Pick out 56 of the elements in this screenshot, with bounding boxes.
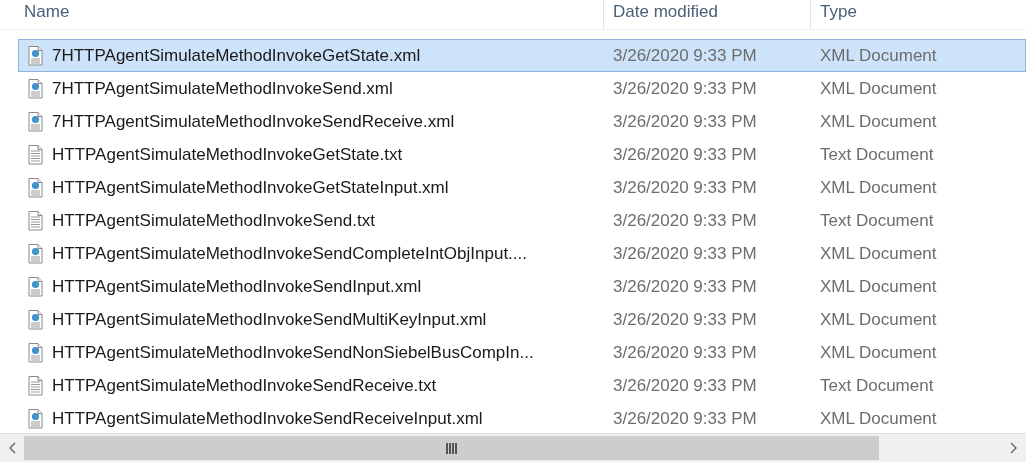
date-modified: 3/26/2020 9:33 PM xyxy=(612,407,758,430)
chevron-right-icon xyxy=(1010,442,1018,454)
grip-icon xyxy=(446,442,457,454)
date-modified: 3/26/2020 9:33 PM xyxy=(612,308,758,331)
file-type: XML Document xyxy=(819,275,937,298)
file-name: 7HTTPAgentSimulateMethodInvokeSend.xml xyxy=(52,77,393,100)
column-header[interactable]: Type xyxy=(811,0,1026,29)
file-type: XML Document xyxy=(819,110,937,133)
date-modified: 3/26/2020 9:33 PM xyxy=(612,374,758,397)
date-modified: 3/26/2020 9:33 PM xyxy=(612,242,758,265)
file-name: HTTPAgentSimulateMethodInvokeGetStateInput.xml xyxy=(52,176,449,199)
file-row[interactable]: HTTPAgentSimulateMethodInvokeSendNonSiebelBusCompIn... 3/26/2020 9:33 PM XML Document xyxy=(18,336,1026,369)
file-type: Text Document xyxy=(819,209,934,232)
file-name: HTTPAgentSimulateMethodInvokeSendReceive.txt xyxy=(52,374,437,397)
file-type: XML Document xyxy=(819,242,937,265)
file-name: HTTPAgentSimulateMethodInvokeGetState.txt xyxy=(52,143,403,166)
file-type: Text Document xyxy=(819,143,934,166)
file-type: XML Document xyxy=(819,308,937,331)
file-row[interactable]: HTTPAgentSimulateMethodInvokeGetState.txt 3/26/2020 9:33 PM Text Document xyxy=(18,138,1026,171)
file-type: XML Document xyxy=(819,407,937,430)
date-modified: 3/26/2020 9:33 PM xyxy=(612,275,758,298)
file-name: 7HTTPAgentSimulateMethodInvokeGetState.xml xyxy=(52,44,421,67)
date-modified: 3/26/2020 9:33 PM xyxy=(612,44,758,67)
date-modified: 3/26/2020 9:33 PM xyxy=(612,176,758,199)
file-row[interactable]: HTTPAgentSimulateMethodInvokeSendInput.xml 3/26/2020 9:33 PM XML Document xyxy=(18,270,1026,303)
date-modified: 3/26/2020 9:33 PM xyxy=(612,209,758,232)
file-row[interactable]: 7HTTPAgentSimulateMethodInvokeSend.xml 3/26/2020 9:33 PM XML Document xyxy=(18,72,1026,105)
date-modified: 3/26/2020 9:33 PM xyxy=(612,341,758,364)
file-name: HTTPAgentSimulateMethodInvokeSendCompleteIntObjInput.... xyxy=(52,242,527,265)
date-modified: 3/26/2020 9:33 PM xyxy=(612,143,758,166)
horizontal-scrollbar[interactable] xyxy=(0,433,1026,462)
file-name: HTTPAgentSimulateMethodInvokeSendMultiKeyInput.xml xyxy=(52,308,487,331)
chevron-left-icon xyxy=(8,442,16,454)
file-type: XML Document xyxy=(819,176,937,199)
file-name: HTTPAgentSimulateMethodInvokeSend.txt xyxy=(52,209,375,232)
file-row[interactable]: HTTPAgentSimulateMethodInvokeSend.txt 3/26/2020 9:33 PM Text Document xyxy=(18,204,1026,237)
date-modified: 3/26/2020 9:33 PM xyxy=(612,77,758,100)
file-row[interactable]: HTTPAgentSimulateMethodInvokeSendReceiveInput.xml 3/26/2020 9:33 PM XML Document xyxy=(18,402,1026,433)
file-row[interactable]: HTTPAgentSimulateMethodInvokeGetStateInput.xml 3/26/2020 9:33 PM XML Document xyxy=(18,171,1026,204)
file-name: 7HTTPAgentSimulateMethodInvokeSendReceive.xml xyxy=(52,110,455,133)
date-modified: 3/26/2020 9:33 PM xyxy=(612,110,758,133)
file-type: XML Document xyxy=(819,77,937,100)
file-type: Text Document xyxy=(819,374,934,397)
file-row[interactable]: 7HTTPAgentSimulateMethodInvokeSendReceive.xml 3/26/2020 9:33 PM XML Document xyxy=(18,105,1026,138)
file-row[interactable]: HTTPAgentSimulateMethodInvokeSendCompleteIntObjInput.... 3/26/2020 9:33 PM XML Document xyxy=(18,237,1026,270)
file-type: XML Document xyxy=(819,44,937,67)
file-name: HTTPAgentSimulateMethodInvokeSendInput.xml xyxy=(52,275,422,298)
file-type: XML Document xyxy=(819,341,937,364)
file-row[interactable]: HTTPAgentSimulateMethodInvokeSendReceive.txt 3/26/2020 9:33 PM Text Document xyxy=(18,369,1026,402)
scrollbar-thumb[interactable] xyxy=(24,436,879,460)
file-row[interactable]: HTTPAgentSimulateMethodInvokeSendMultiKeyInput.xml 3/26/2020 9:33 PM XML Document xyxy=(18,303,1026,336)
file-name: HTTPAgentSimulateMethodInvokeSendNonSiebelBusCompIn... xyxy=(52,341,534,364)
file-name: HTTPAgentSimulateMethodInvokeSendReceiveInput.xml xyxy=(52,407,483,430)
column-header[interactable]: Date modified xyxy=(604,0,811,29)
column-header[interactable]: Name xyxy=(0,0,604,29)
file-row[interactable]: 7HTTPAgentSimulateMethodInvokeGetState.xml 3/26/2020 9:33 PM XML Document xyxy=(18,39,1026,72)
